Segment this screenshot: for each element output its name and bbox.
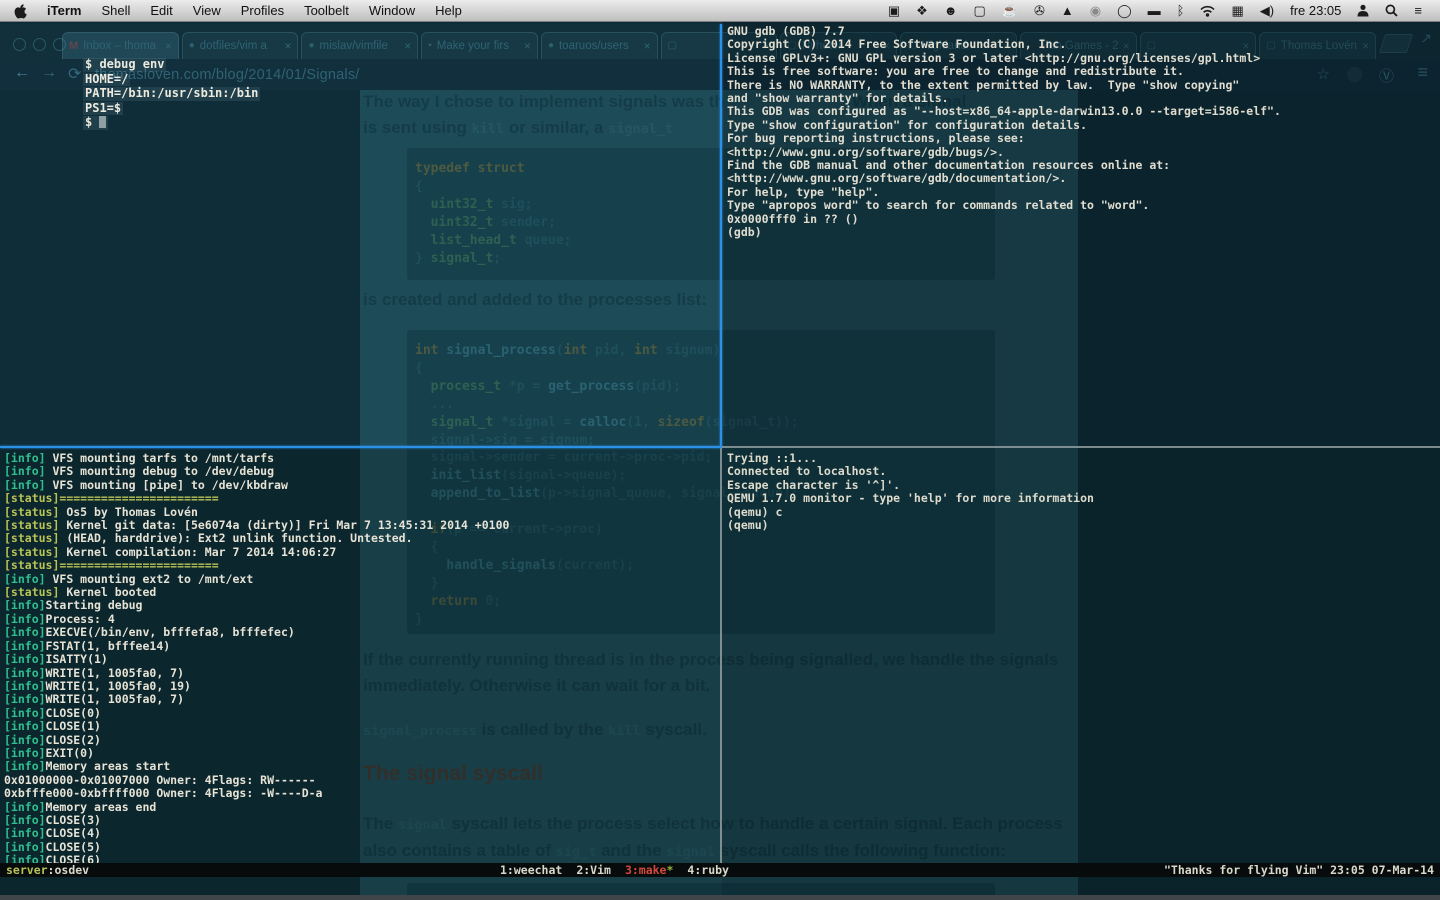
traffic-light-minimize-button[interactable]: [33, 38, 46, 51]
menu-bar: iTerm Shell Edit View Profiles Toolbelt Window…: [0, 0, 1440, 22]
github-favicon-icon: ●: [308, 40, 315, 51]
tab-close-icon[interactable]: ×: [1362, 39, 1369, 53]
apple-menu-icon[interactable]: [14, 3, 27, 19]
tab-title: toaruos/users: [558, 40, 629, 52]
battery-icon[interactable]: ▬: [1140, 3, 1169, 18]
menu-window[interactable]: Window: [359, 3, 425, 18]
bluetooth-icon[interactable]: ᛒ: [1169, 3, 1193, 18]
menu-edit[interactable]: Edit: [140, 3, 182, 18]
drive-icon[interactable]: ▲: [1053, 3, 1082, 18]
keyboard-icon[interactable]: ▦: [1223, 3, 1251, 19]
tab-close-icon[interactable]: ×: [404, 39, 411, 53]
spotlight-search-icon[interactable]: [1377, 4, 1406, 17]
page-favicon-icon: ▢: [667, 40, 678, 51]
menu-bar-status-icons: ▣ ❖ ☻ ▢ ☕ ✇ ▲ ◉ ◯ ▬ ᛒ ▦ ◀) fre 23:05 ≡: [880, 3, 1440, 19]
terminal-cursor: [99, 116, 107, 128]
browser-tab-inbox-thoma[interactable]: M Inbox – thoma ×: [62, 32, 179, 59]
lock-favicon-icon: ▪: [428, 40, 432, 51]
grabber-app-icon[interactable]: ▣: [880, 3, 908, 19]
browser-tab-make-your-firs[interactable]: ▪ Make your firs ×: [421, 32, 538, 59]
forward-button[interactable]: →: [41, 64, 57, 82]
tmux-window-4-ruby[interactable]: 4:ruby: [687, 863, 729, 877]
tmux-window-1-weechat[interactable]: 1:weechat: [500, 863, 562, 877]
wifi-icon[interactable]: [1192, 5, 1223, 17]
coffee-caffeine-icon[interactable]: ☕: [994, 3, 1026, 19]
menu-iterm[interactable]: iTerm: [37, 3, 91, 18]
pane-divider-vertical-active[interactable]: [720, 24, 722, 446]
volume-icon[interactable]: ◀): [1252, 3, 1282, 19]
adblock-extension-icon[interactable]: [1347, 67, 1362, 82]
browser-tab-toaruos-users[interactable]: ● toaruos/users ×: [540, 32, 658, 59]
pane-divider-horizontal[interactable]: [722, 446, 1440, 448]
bookmark-star-icon[interactable]: ☆: [1317, 65, 1330, 83]
terminal-pane-shell[interactable]: $ debug env HOME=/PATH=/bin:/usr/sbin:/bi…: [83, 57, 261, 131]
display-icon[interactable]: ▢: [965, 3, 993, 19]
browser-tab-mislav-vimfile[interactable]: ● mislav/vimfile ×: [301, 32, 419, 59]
blog-paragraph: is created and added to the processes li…: [363, 290, 707, 309]
desktop-screen: iTerm Shell Edit View Profiles Toolbelt Window…: [0, 0, 1440, 900]
pane-divider-horizontal-active[interactable]: [0, 446, 722, 448]
reload-button[interactable]: ⟳: [68, 64, 81, 84]
messages-bubble-icon[interactable]: ◯: [1109, 3, 1140, 19]
v-extension-icon[interactable]: Ⓥ: [1379, 65, 1394, 86]
menu-view[interactable]: View: [183, 3, 231, 18]
tmux-window-3-make[interactable]: 3:make*: [625, 863, 673, 877]
tab-title: Thomas Lovén: [1280, 40, 1357, 52]
menu-bar-clock[interactable]: fre 23:05: [1282, 3, 1349, 18]
tmux-right-status: "Thanks for flying Vim" 23:05 07-Mar-14: [1163, 863, 1434, 877]
blog-paragraph: The way I chose to implement signals was…: [363, 92, 725, 111]
notification-bell-icon[interactable]: ◉: [1082, 3, 1109, 19]
tab-title: Make your firs: [436, 40, 509, 52]
tab-title: Inbox – thoma: [83, 40, 157, 52]
tab-close-icon[interactable]: ×: [524, 39, 531, 53]
tmux-status-bar: server:osdev 1:weechat 2:Vim 3:make* 4:ruby…: [0, 863, 1440, 877]
menu-help[interactable]: Help: [425, 3, 472, 18]
terminal-pane-kernel-log[interactable]: [info] VFS mounting tarfs to /mnt/tarfs[…: [4, 451, 509, 868]
tmux-window-2-vim[interactable]: 2:Vim: [576, 863, 611, 877]
pane-divider-vertical[interactable]: [720, 448, 722, 863]
tab-title: mislav/vimfile: [319, 40, 388, 52]
desktop-area: M Inbox – thoma × ● dotfiles/vim a × ● mislav/v…: [0, 22, 1440, 900]
notification-center-icon[interactable]: ≡: [1406, 3, 1430, 18]
tmux-window-list: 1:weechat 2:Vim 3:make* 4:ruby: [500, 863, 743, 877]
browser-tab-dotfiles-vim-a[interactable]: ● dotfiles/vim a ×: [181, 32, 299, 59]
back-button[interactable]: ←: [14, 64, 30, 82]
tab-close-icon[interactable]: ×: [284, 39, 291, 53]
menu-bar-menus: iTerm Shell Edit View Profiles Toolbelt Window…: [37, 3, 472, 18]
blog-paragraph: is sent using kill or similar, a signal_…: [363, 118, 674, 137]
traffic-light-close-button[interactable]: [13, 38, 26, 51]
browser-menu-icon[interactable]: ≡: [1417, 62, 1428, 83]
screen-bottom-edge: [0, 895, 1440, 900]
fast-user-switch-icon[interactable]: [1349, 4, 1377, 17]
menu-profiles[interactable]: Profiles: [231, 3, 294, 18]
github-favicon-icon: ●: [547, 40, 554, 51]
window-expand-icon[interactable]: ↗: [1420, 30, 1432, 47]
tab-close-icon[interactable]: ×: [165, 39, 172, 53]
tab-title: dotfiles/vim a: [199, 40, 267, 52]
terminal-pane-qemu-monitor[interactable]: Trying ::1... Connected to localhost. Esca…: [727, 451, 1094, 532]
tab-close-icon[interactable]: ×: [644, 39, 651, 53]
new-tab-button[interactable]: [1378, 34, 1414, 53]
terminal-pane-gdb[interactable]: GNU gdb (GDB) 7.7 Copyright (C) 2014 Free…: [727, 24, 1281, 240]
menu-toolbelt[interactable]: Toolbelt: [294, 3, 359, 18]
face-app-icon[interactable]: ☻: [936, 3, 966, 18]
dropbox-icon[interactable]: ❖: [908, 3, 936, 19]
github-favicon-icon: ●: [188, 40, 195, 51]
gmail-favicon-icon: M: [69, 39, 79, 52]
tmux-session-name: server:osdev: [6, 863, 90, 877]
tape-reel-icon[interactable]: ✇: [1026, 3, 1053, 19]
menu-shell[interactable]: Shell: [91, 3, 140, 18]
